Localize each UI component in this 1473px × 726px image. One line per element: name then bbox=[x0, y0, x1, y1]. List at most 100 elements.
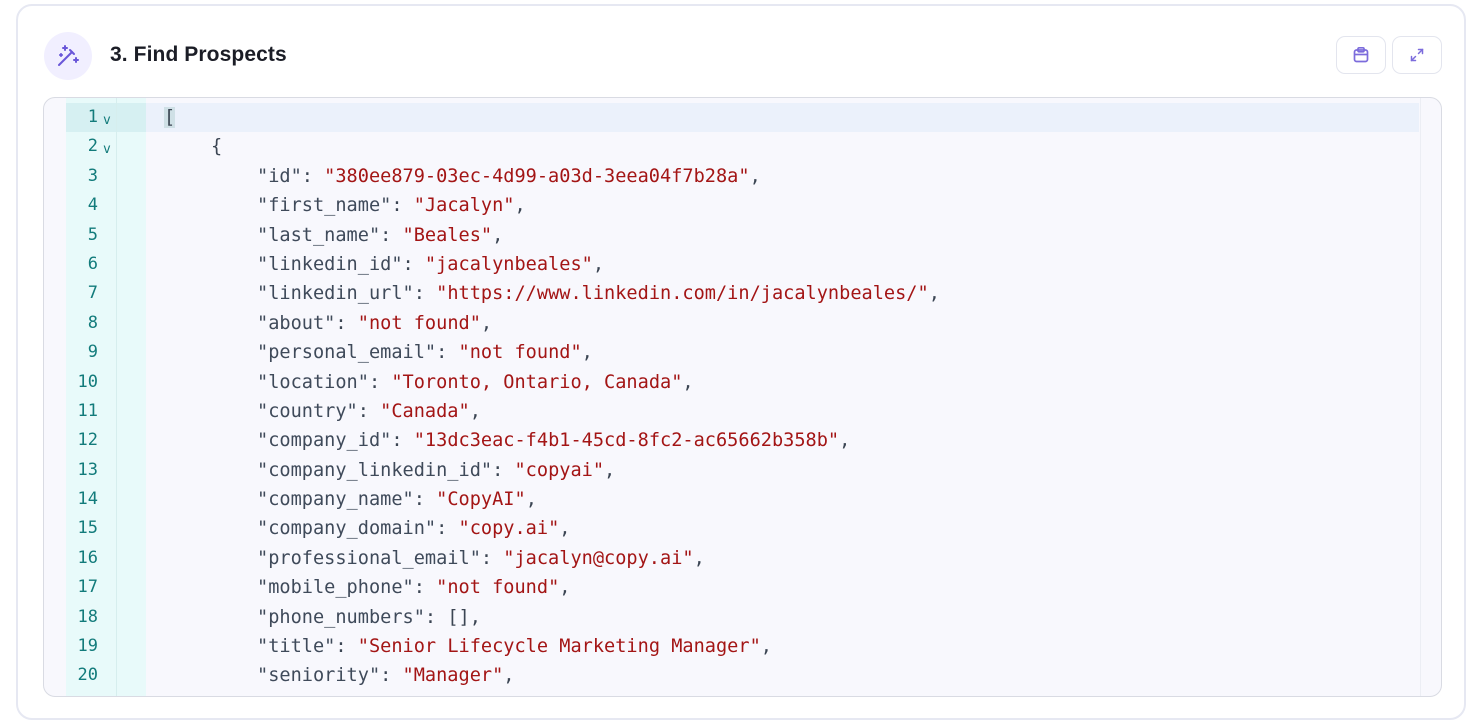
comma-token: , bbox=[469, 606, 481, 628]
colon-token: : bbox=[391, 195, 414, 217]
code-text: "phone_numbers": [], bbox=[257, 603, 481, 632]
code-text: "about": "not found", bbox=[257, 309, 492, 338]
code-text: "personal_email": "not found", bbox=[257, 338, 593, 367]
comma-token: , bbox=[928, 283, 940, 305]
comma-token: , bbox=[760, 636, 772, 658]
expand-button[interactable] bbox=[1392, 36, 1442, 74]
json-string-value: "copy.ai" bbox=[458, 518, 560, 540]
code-text: "first_name": "Jacalyn", bbox=[257, 191, 526, 220]
code-text: "seniority": "Manager", bbox=[257, 661, 514, 690]
json-code-editor[interactable]: 1 v [2 v {3 "id": "380ee879-03ec-4d99-a03d-3e… bbox=[43, 97, 1442, 697]
comma-token: , bbox=[525, 489, 537, 511]
code-line[interactable]: 5 "last_name": "Beales", bbox=[44, 221, 1441, 250]
colon-token: : bbox=[301, 165, 325, 187]
comma-token: , bbox=[469, 400, 481, 422]
line-number: 14 bbox=[77, 489, 98, 510]
code-text: "mobile_phone": "not found", bbox=[257, 573, 570, 602]
code-line[interactable]: 16 "professional_email": "jacalyn@copy.ai… bbox=[44, 544, 1441, 573]
code-text: "company_name": "CopyAI", bbox=[257, 485, 537, 514]
line-number: 20 bbox=[77, 665, 98, 686]
json-string-value: "not found" bbox=[458, 342, 582, 364]
json-key: "about" bbox=[257, 312, 336, 334]
fold-chevron-icon[interactable]: v bbox=[103, 135, 111, 164]
comma-token: , bbox=[839, 430, 851, 452]
json-string-value: "jacalynbeales" bbox=[424, 253, 593, 275]
comma-token: , bbox=[503, 665, 515, 687]
code-line[interactable]: 14 "company_name": "CopyAI", bbox=[44, 485, 1441, 514]
code-line[interactable]: 4 "first_name": "Jacalyn", bbox=[44, 191, 1441, 220]
comma-token: , bbox=[749, 165, 761, 187]
code-line[interactable]: 2 v { bbox=[44, 132, 1441, 161]
colon-token: : bbox=[391, 430, 414, 452]
magic-wand-icon bbox=[44, 32, 92, 80]
json-key: "title" bbox=[257, 636, 336, 658]
colon-token: : bbox=[357, 400, 381, 422]
code-line[interactable]: 18 "phone_numbers": [], bbox=[44, 603, 1441, 632]
json-key: "company_linkedin_id" bbox=[257, 459, 493, 481]
json-string-value: "380ee879-03ec-4d99-a03d-3eea04f7b28a" bbox=[324, 165, 750, 187]
code-text: "last_name": "Beales", bbox=[257, 221, 503, 250]
code-line[interactable]: 17 "mobile_phone": "not found", bbox=[44, 573, 1441, 602]
json-key: "phone_numbers" bbox=[257, 606, 425, 628]
json-key: "company_domain" bbox=[257, 518, 437, 540]
code-line[interactable]: 12 "company_id": "13dc3eac-f4b1-45cd-8fc2… bbox=[44, 426, 1441, 455]
code-line[interactable]: 20 "seniority": "Manager", bbox=[44, 661, 1441, 690]
code-text: [ bbox=[164, 103, 176, 132]
line-number: 3 bbox=[87, 165, 98, 186]
comma-token: , bbox=[480, 312, 493, 334]
code-line[interactable]: 13 "company_linkedin_id": "copyai", bbox=[44, 456, 1441, 485]
json-key: "last_name" bbox=[257, 224, 381, 246]
code-text: "company_id": "13dc3eac-f4b1-45cd-8fc2-a… bbox=[257, 426, 850, 455]
json-string-value: "not found" bbox=[436, 577, 560, 599]
json-key: "company_name" bbox=[257, 489, 414, 511]
code-line[interactable]: 19 "title": "Senior Lifecycle Marketing M… bbox=[44, 632, 1441, 661]
line-number: 17 bbox=[77, 577, 98, 598]
json-key: "mobile_phone" bbox=[257, 577, 414, 599]
comma-token: , bbox=[559, 518, 571, 540]
code-line[interactable]: 3 "id": "380ee879-03ec-4d99-a03d-3eea04f7… bbox=[44, 162, 1441, 191]
json-key: "linkedin_id" bbox=[257, 253, 403, 275]
code-text: "professional_email": "jacalyn@copy.ai", bbox=[257, 544, 705, 573]
json-string-value: "copyai" bbox=[514, 459, 605, 481]
colon-token: : bbox=[480, 547, 504, 569]
code-line[interactable]: 7 "linkedin_url": "https://www.linkedin.c… bbox=[44, 279, 1441, 308]
code-text: "company_domain": "copy.ai", bbox=[257, 514, 570, 543]
line-number: 6 bbox=[87, 253, 98, 274]
colon-token: : bbox=[413, 489, 437, 511]
find-prospects-card: 3. Find Prospects 1 v [2 v {3 "id": "380ee879… bbox=[16, 4, 1466, 720]
json-key: "first_name" bbox=[257, 195, 392, 217]
line-number: 18 bbox=[77, 606, 98, 627]
code-line[interactable]: 11 "country": "Canada", bbox=[44, 397, 1441, 426]
code-line[interactable]: 9 "personal_email": "not found", bbox=[44, 338, 1441, 367]
json-string-value: "jacalyn@copy.ai" bbox=[503, 547, 694, 569]
comma-token: , bbox=[682, 371, 694, 393]
json-key: "country" bbox=[257, 400, 358, 422]
code-line[interactable]: 8 "about": "not found", bbox=[44, 309, 1441, 338]
comma-token: , bbox=[492, 224, 504, 246]
json-string-value: "CopyAI" bbox=[436, 489, 526, 511]
json-key: "location" bbox=[257, 371, 369, 393]
json-string-value: "not found" bbox=[357, 312, 481, 334]
code-line[interactable]: 1 v [ bbox=[44, 103, 1441, 132]
code-text: "linkedin_id": "jacalynbeales", bbox=[257, 250, 604, 279]
comma-token: , bbox=[693, 547, 705, 569]
colon-token: : bbox=[402, 253, 425, 275]
comma-token: , bbox=[559, 577, 571, 599]
code-text: "title": "Senior Lifecycle Marketing Man… bbox=[257, 632, 772, 661]
code-area[interactable]: 1 v [2 v {3 "id": "380ee879-03ec-4d99-a03d-3e… bbox=[44, 103, 1441, 691]
json-string-value: "13dc3eac-f4b1-45cd-8fc2-ac65662b358b" bbox=[413, 430, 840, 452]
colon-token: : bbox=[413, 577, 437, 599]
code-line[interactable]: 6 "linkedin_id": "jacalynbeales", bbox=[44, 250, 1441, 279]
code-text: "country": "Canada", bbox=[257, 397, 481, 426]
fold-chevron-icon[interactable]: v bbox=[103, 106, 111, 135]
code-line[interactable]: 15 "company_domain": "copy.ai", bbox=[44, 514, 1441, 543]
colon-token: : bbox=[436, 518, 459, 540]
json-string-value: "https://www.linkedin.com/in/jacalynbeal… bbox=[436, 283, 929, 305]
code-line[interactable]: 10 "location": "Toronto, Ontario, Canada"… bbox=[44, 368, 1441, 397]
line-number: 4 bbox=[87, 195, 98, 216]
code-text: "id": "380ee879-03ec-4d99-a03d-3eea04f7b… bbox=[257, 162, 761, 191]
line-number: 11 bbox=[77, 400, 98, 421]
copy-button[interactable] bbox=[1336, 36, 1386, 74]
line-number: 15 bbox=[77, 518, 98, 539]
line-number: 16 bbox=[77, 547, 98, 568]
